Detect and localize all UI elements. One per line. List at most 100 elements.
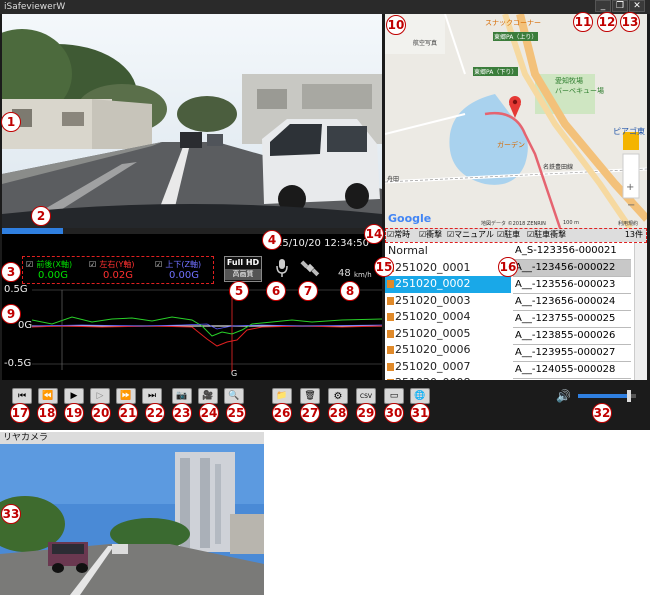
trash-icon: 🗑 xyxy=(304,391,316,401)
callout-12: 12 xyxy=(597,12,617,32)
id-list-item[interactable]: A__-123556-000023 xyxy=(513,277,631,294)
play-icon: ▶ xyxy=(70,391,78,401)
map-label-garden: ガーデン xyxy=(497,141,525,149)
video-file-icon xyxy=(387,313,394,321)
rear-camera-image xyxy=(0,444,264,595)
video-file-icon xyxy=(387,362,394,371)
callout-27: 27 xyxy=(300,403,320,423)
gsensor-y-label: 左右(Y軸) xyxy=(99,260,135,269)
graph-label-bottom: -0.5G xyxy=(4,358,32,369)
volume-knob[interactable] xyxy=(627,390,632,402)
map-scale: 100 m xyxy=(563,220,580,226)
callout-28: 28 xyxy=(328,403,348,423)
front-video-view[interactable] xyxy=(2,14,382,228)
recording-list[interactable]: Normal 251020_0001 251020_0002 251020_0003… xyxy=(385,243,512,380)
timestamp: 25/10/20 12:34:50 xyxy=(276,238,370,249)
fast-forward-button[interactable]: ⏩ xyxy=(116,388,136,404)
recording-list-item[interactable]: 251020_0007 xyxy=(385,359,511,376)
recording-list-item[interactable]: 251020_0003 xyxy=(385,293,511,310)
language-button[interactable]: 🌐 xyxy=(410,388,430,404)
id-list-item[interactable]: A__-123656-000024 xyxy=(513,294,631,311)
csv-export-button[interactable]: CSV xyxy=(356,388,376,404)
map-label-snack: スナックコーナー xyxy=(485,19,541,27)
callout-22: 22 xyxy=(145,403,165,423)
id-list-item[interactable]: A__-123456-000022 xyxy=(513,260,631,277)
speed-unit: km/h xyxy=(354,271,372,279)
gsensor-z: ☑ 上下(Z軸) 0.00G xyxy=(155,259,215,281)
callout-30: 30 xyxy=(384,403,404,423)
map-label-airport: 航空写真 xyxy=(413,40,438,47)
snapshot-button[interactable]: 📷 xyxy=(172,388,192,404)
minimize-button[interactable]: _ xyxy=(595,0,611,12)
rewind-button[interactable]: ⏪ xyxy=(38,388,58,404)
gsensor-x-value: 0.00G xyxy=(38,270,69,281)
first-frame-button[interactable]: ⏮ xyxy=(12,388,32,404)
id-list-scrollbar[interactable] xyxy=(634,243,647,380)
map-label-line: 名鉄豊田線 xyxy=(543,164,574,171)
main-window: iSafeviewerW _ ❐ ✕ 航空写真 スナックコーナー 東郷PA（上り… xyxy=(0,0,650,430)
info-panel: 25/10/20 12:34:50 ☑ 前後(X軸) 0.00G ☑ 左右(Y軸… xyxy=(2,234,382,284)
open-folder-button[interactable]: 📁 xyxy=(272,388,292,404)
map-label-piago: ピアゴ東 xyxy=(613,127,645,136)
callout-20: 20 xyxy=(91,403,111,423)
recording-list-item[interactable]: 251020_0006 xyxy=(385,342,511,359)
recording-list-item[interactable]: 251020_0002 xyxy=(385,276,511,293)
microphone-icon xyxy=(274,258,290,278)
video-file-icon xyxy=(387,280,394,288)
recording-list-item[interactable]: 251020_0005 xyxy=(385,326,511,343)
map-view[interactable]: 航空写真 スナックコーナー 東郷PA（上り） 東郷PA（下り） 愛知牧場 バーベ… xyxy=(385,14,647,228)
window-toggle-button[interactable]: ▭ xyxy=(384,388,404,404)
video-file-icon xyxy=(387,329,394,338)
callout-4: 4 xyxy=(262,230,282,250)
callout-25: 25 xyxy=(226,403,246,423)
id-list-item[interactable]: A__-123855-000026 xyxy=(513,328,631,345)
map-label-farm: 愛知牧場 xyxy=(555,77,583,85)
recording-list-item[interactable]: 251020_0001 xyxy=(385,260,511,277)
callout-13: 13 xyxy=(620,12,640,32)
id-list-item[interactable]: A_S-123356-000021 xyxy=(513,243,631,260)
id-list[interactable]: A_S-123356-000021 A__-123456-000022 A__-12… xyxy=(511,243,647,380)
zoom-in-button[interactable]: + xyxy=(626,182,634,193)
restore-button[interactable]: ❐ xyxy=(612,0,628,12)
video-file-icon xyxy=(387,379,394,380)
map-label-pa-up: 東郷PA（上り） xyxy=(493,32,539,41)
map-copyright: 地図データ ©2018 ZENRIN xyxy=(481,221,546,227)
zoom-out-button[interactable]: − xyxy=(627,200,635,211)
recording-list-item[interactable]: 251020_0004 xyxy=(385,309,511,326)
rear-camera-label: リヤカメラ xyxy=(0,432,264,444)
close-button[interactable]: ✕ xyxy=(629,0,645,12)
callout-32: 32 xyxy=(592,403,612,423)
video-export-button[interactable]: 🎥 xyxy=(198,388,218,404)
zoom-button[interactable]: 🔍 xyxy=(224,388,244,404)
callout-21: 21 xyxy=(118,403,138,423)
last-frame-button[interactable]: ⏭ xyxy=(142,388,162,404)
callout-1: 1 xyxy=(1,112,21,132)
volume-slider[interactable] xyxy=(578,390,636,402)
gsensor-z-value: 0.00G xyxy=(169,270,200,281)
rear-video-view[interactable] xyxy=(0,444,264,595)
map-terms[interactable]: 利用規約 xyxy=(618,220,638,227)
callout-23: 23 xyxy=(172,403,192,423)
gsensor-readout-box: ☑ 前後(X軸) 0.00G ☑ 左右(Y軸) 0.02G ☑ 上下(Z軸) 0… xyxy=(22,256,214,284)
graph-cursor-label: G xyxy=(231,369,238,378)
callout-19: 19 xyxy=(64,403,84,423)
id-list-item[interactable]: A__-123955-000027 xyxy=(513,345,631,362)
callout-8: 8 xyxy=(340,281,360,301)
speaker-icon: 🔊 xyxy=(556,389,571,403)
step-icon: ▷ xyxy=(96,391,104,401)
id-list-item[interactable]: A__-123755-000025 xyxy=(513,311,631,328)
file-list-panel: ☑常時 ☑衝撃 ☑マニュアル ☑駐車 ☑駐車衝撃 13件 Normal 2510… xyxy=(385,228,647,380)
video-file-icon xyxy=(387,346,394,354)
step-frame-button[interactable]: ▷ xyxy=(90,388,110,404)
filter-bar-highlight xyxy=(385,228,647,243)
folder-icon: 📁 xyxy=(276,391,288,401)
id-list-item[interactable]: A__-124055-000028 xyxy=(513,362,631,379)
delete-button[interactable]: 🗑 xyxy=(300,388,320,404)
gsensor-z-label: 上下(Z軸) xyxy=(165,260,202,269)
gsensor-graph[interactable]: 0.5G 0G -0.5G G xyxy=(2,284,382,380)
skip-start-icon: ⏮ xyxy=(17,391,27,401)
play-button[interactable]: ▶ xyxy=(64,388,84,404)
recording-list-header: Normal xyxy=(388,244,428,257)
settings-button[interactable]: ⚙ xyxy=(328,388,348,404)
recording-list-item[interactable]: 251020_0008 xyxy=(385,375,511,380)
